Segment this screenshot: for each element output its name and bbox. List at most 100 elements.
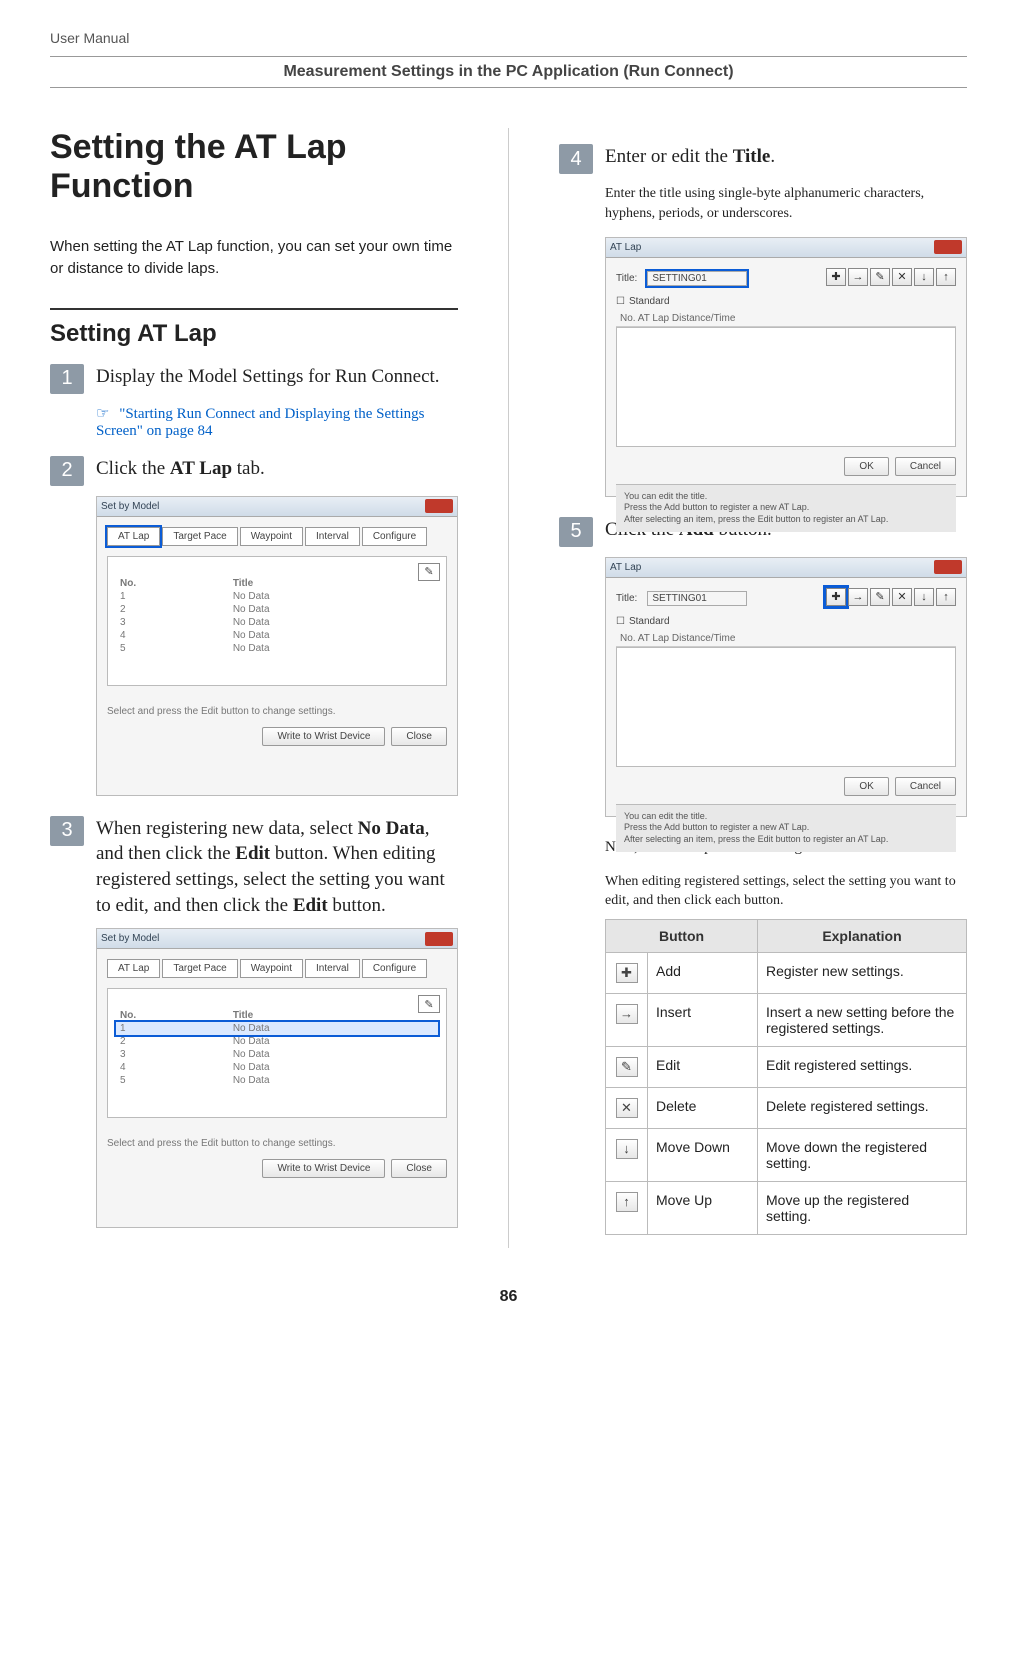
tab-target-pace[interactable]: Target Pace <box>162 959 237 978</box>
button-name: Edit <box>648 1046 758 1087</box>
title-input[interactable]: SETTING01 <box>647 591 747 606</box>
table-row: 4No Data <box>116 629 438 642</box>
step-number-5: 5 <box>559 517 593 547</box>
table-row-selected: 1No Data <box>116 1022 438 1035</box>
delete-icon: ✕ <box>616 1098 638 1118</box>
button-name: Delete <box>648 1087 758 1128</box>
button-explanation: Move up the registered setting. <box>758 1181 967 1234</box>
tab-at-lap[interactable]: AT Lap <box>107 959 160 978</box>
table-row: → Insert Insert a new setting before the… <box>606 993 967 1046</box>
tab-waypoint[interactable]: Waypoint <box>240 527 303 546</box>
screenshot-set-by-model-tabs: Set by Model AT Lap Target Pace Waypoint… <box>96 496 458 796</box>
edit-button[interactable]: ✎ <box>418 563 440 581</box>
step-number-4: 4 <box>559 144 593 174</box>
table-row: ✕ Delete Delete registered settings. <box>606 1087 967 1128</box>
edit-icon[interactable]: ✎ <box>870 268 890 286</box>
edit-note: When editing registered settings, select… <box>605 872 967 911</box>
link-text: "Starting Run Connect and Displaying the… <box>96 406 424 439</box>
header-label: User Manual <box>50 30 967 46</box>
table-row: 3No Data <box>116 616 438 629</box>
dialog-title: Set by Model <box>101 501 159 512</box>
close-icon[interactable] <box>934 560 962 574</box>
step-3-text: When registering new data, select No Dat… <box>96 816 458 919</box>
write-button[interactable]: Write to Wrist Device <box>262 1159 385 1178</box>
table-row: ✎ Edit Edit registered settings. <box>606 1046 967 1087</box>
checkbox-icon[interactable]: ☐ <box>616 616 625 627</box>
screenshot-atlap-title: AT Lap Title: SETTING01 ✚ → ✎ ✕ ↓ ↑ ☐ <box>605 237 967 497</box>
button-name: Add <box>648 952 758 993</box>
standard-label: Standard <box>629 296 670 307</box>
button-explanation: Delete registered settings. <box>758 1087 967 1128</box>
dialog-title: AT Lap <box>610 242 641 253</box>
close-icon[interactable] <box>934 240 962 254</box>
table-row: ✚ Add Register new settings. <box>606 952 967 993</box>
list-header: No. AT Lap Distance/Time <box>616 631 956 647</box>
up-icon: ↑ <box>616 1192 638 1212</box>
edit-button[interactable]: ✎ <box>418 995 440 1013</box>
tab-at-lap[interactable]: AT Lap <box>107 527 160 546</box>
step-4: 4 Enter or edit the Title. <box>559 144 967 174</box>
close-icon[interactable] <box>425 499 453 513</box>
table-row: ↓ Move Down Move down the registered set… <box>606 1128 967 1181</box>
cross-reference-link[interactable]: ☞ "Starting Run Connect and Displaying t… <box>96 404 458 440</box>
step-4-sub: Enter the title using single-byte alphan… <box>605 184 967 225</box>
intro-text: When setting the AT Lap function, you ca… <box>50 236 458 280</box>
standard-label: Standard <box>629 616 670 627</box>
tab-interval[interactable]: Interval <box>305 527 360 546</box>
footer-note: Select and press the Edit button to chan… <box>107 1138 447 1149</box>
delete-icon[interactable]: ✕ <box>892 268 912 286</box>
table-row: 5No Data <box>116 642 438 655</box>
table-head-button: Button <box>606 919 758 952</box>
cancel-button[interactable]: Cancel <box>895 777 956 796</box>
insert-icon: → <box>616 1004 638 1024</box>
add-icon[interactable]: ✚ <box>826 588 846 606</box>
insert-icon[interactable]: → <box>848 268 868 286</box>
section-header: Measurement Settings in the PC Applicati… <box>50 56 967 88</box>
down-icon[interactable]: ↓ <box>914 268 934 286</box>
edit-icon: ✎ <box>616 1057 638 1077</box>
add-icon: ✚ <box>616 963 638 983</box>
table-row: 2No Data <box>116 603 438 616</box>
tab-waypoint[interactable]: Waypoint <box>240 959 303 978</box>
step-3: 3 When registering new data, select No D… <box>50 816 458 919</box>
ok-button[interactable]: OK <box>844 457 888 476</box>
button-explanation: Move down the registered setting. <box>758 1128 967 1181</box>
right-column: 4 Enter or edit the Title. Enter the tit… <box>559 128 967 1248</box>
close-icon[interactable] <box>425 932 453 946</box>
tab-target-pace[interactable]: Target Pace <box>162 527 237 546</box>
checkbox-icon[interactable]: ☐ <box>616 296 625 307</box>
up-icon[interactable]: ↑ <box>936 268 956 286</box>
title-label: Title: <box>616 593 637 604</box>
step-1: 1 Display the Model Settings for Run Con… <box>50 364 458 394</box>
dialog-title: AT Lap <box>610 562 641 573</box>
close-button[interactable]: Close <box>391 1159 447 1178</box>
write-button[interactable]: Write to Wrist Device <box>262 727 385 746</box>
down-icon[interactable]: ↓ <box>914 588 934 606</box>
button-explanation: Register new settings. <box>758 952 967 993</box>
table-row: 5No Data <box>116 1074 438 1087</box>
delete-icon[interactable]: ✕ <box>892 588 912 606</box>
add-icon[interactable]: ✚ <box>826 268 846 286</box>
left-column: Setting the AT Lap Function When setting… <box>50 128 458 1248</box>
close-button[interactable]: Close <box>391 727 447 746</box>
tab-configure[interactable]: Configure <box>362 959 427 978</box>
edit-icon[interactable]: ✎ <box>870 588 890 606</box>
page-title: Setting the AT Lap Function <box>50 128 458 206</box>
title-input[interactable]: SETTING01 <box>647 271 747 286</box>
button-explanation: Edit registered settings. <box>758 1046 967 1087</box>
table-row: 1No Data <box>116 590 438 603</box>
button-name: Move Down <box>648 1128 758 1181</box>
ok-button[interactable]: OK <box>844 777 888 796</box>
tab-interval[interactable]: Interval <box>305 959 360 978</box>
step-2: 2 Click the AT Lap tab. <box>50 456 458 486</box>
title-label: Title: <box>616 273 637 284</box>
step-number-3: 3 <box>50 816 84 846</box>
tab-configure[interactable]: Configure <box>362 527 427 546</box>
dialog-note: You can edit the title. Press the Add bu… <box>616 804 956 852</box>
list-area <box>616 647 956 767</box>
cancel-button[interactable]: Cancel <box>895 457 956 476</box>
table-row: 2No Data <box>116 1035 438 1048</box>
step-number-1: 1 <box>50 364 84 394</box>
up-icon[interactable]: ↑ <box>936 588 956 606</box>
insert-icon[interactable]: → <box>848 588 868 606</box>
